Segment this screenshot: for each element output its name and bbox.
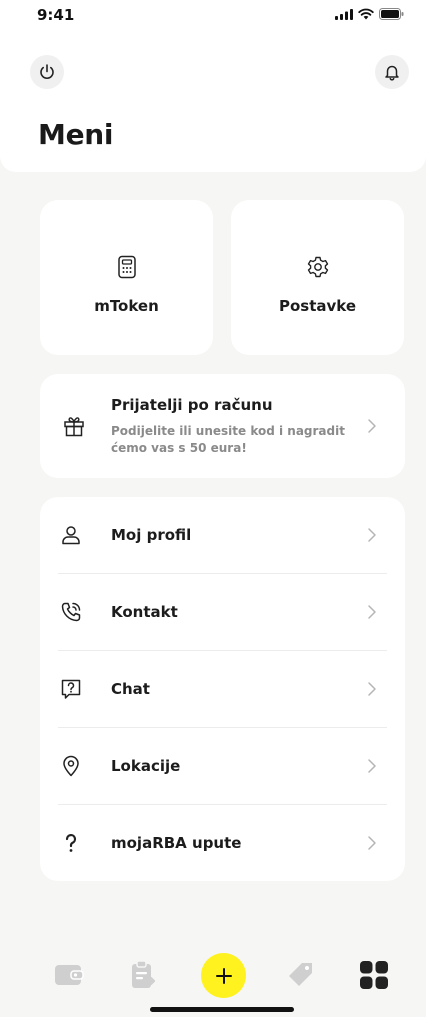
mtoken-tile[interactable]: mToken <box>40 200 213 355</box>
home-indicator <box>150 1007 294 1012</box>
phone-icon <box>61 602 81 622</box>
chat-question-icon <box>61 679 81 699</box>
chevron-right-icon <box>368 605 376 619</box>
menu-item-label: Lokacije <box>111 757 181 775</box>
user-icon <box>62 526 80 545</box>
nav-menu[interactable] <box>357 958 391 992</box>
calculator-icon <box>113 253 141 281</box>
cellular-signal-icon <box>335 8 353 20</box>
gift-icon <box>64 417 84 437</box>
nav-clipboard[interactable] <box>126 958 160 992</box>
referral-subtitle: Podijelite ili unesite kod i nagradit će… <box>111 424 345 455</box>
wifi-icon <box>358 8 374 20</box>
bottom-nav <box>0 940 426 1017</box>
menu-item-lokacije[interactable]: Lokacije <box>40 728 405 805</box>
menu-item-label: Moj profil <box>111 526 192 544</box>
notifications-button[interactable] <box>375 55 409 89</box>
menu-item-label: Chat <box>111 680 150 698</box>
status-bar: 9:41 <box>0 0 426 30</box>
menu-item-kontakt[interactable]: Kontakt <box>40 574 405 651</box>
settings-label: Postavke <box>278 296 357 315</box>
menu-item-chat[interactable]: Chat <box>40 651 405 728</box>
header: 9:41 Meni <box>0 0 426 172</box>
page-title: Meni <box>38 118 114 151</box>
gear-icon <box>304 253 332 281</box>
add-button[interactable] <box>201 953 246 998</box>
tag-icon <box>289 963 312 986</box>
mtoken-label: mToken <box>94 296 159 315</box>
question-mark-icon <box>65 834 77 852</box>
clipboard-icon <box>132 960 156 988</box>
chevron-right-icon <box>368 528 376 542</box>
referral-title: Prijatelji po računu <box>111 396 273 414</box>
location-pin-icon <box>63 755 79 777</box>
status-icons <box>335 8 404 20</box>
settings-tile[interactable]: Postavke <box>231 200 404 355</box>
menu-item-moj-profil[interactable]: Moj profil <box>40 497 405 574</box>
status-time: 9:41 <box>37 6 75 24</box>
menu-card: Moj profil Kontakt Chat Lokacije mojaRBA… <box>40 497 405 881</box>
menu-item-label: Kontakt <box>111 603 178 621</box>
nav-offers[interactable] <box>283 958 317 992</box>
nav-wallet[interactable] <box>52 958 86 992</box>
plus-icon <box>215 967 232 984</box>
menu-item-label: mojaRBA upute <box>111 834 242 852</box>
chevron-right-icon <box>368 836 376 850</box>
battery-icon <box>379 8 404 20</box>
power-button[interactable] <box>30 55 64 89</box>
referral-card[interactable]: Prijatelji po računu Podijelite ili unes… <box>40 374 405 478</box>
grid-icon <box>360 961 388 989</box>
wallet-icon <box>55 965 84 985</box>
menu-item-mojarba-upute[interactable]: mojaRBA upute <box>40 805 405 882</box>
chevron-right-icon <box>368 419 376 433</box>
bell-icon <box>385 65 399 81</box>
power-icon <box>40 64 54 79</box>
chevron-right-icon <box>368 682 376 696</box>
chevron-right-icon <box>368 759 376 773</box>
